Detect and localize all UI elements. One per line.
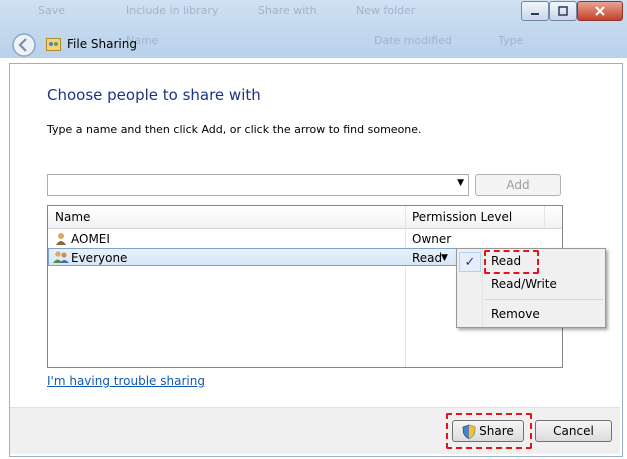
user-icon <box>55 232 67 246</box>
bg-toolbar-share: Share with <box>258 4 317 17</box>
row-aomei-name[interactable]: AOMEI <box>71 232 110 246</box>
row-aomei-permission: Owner <box>412 232 452 246</box>
row-everyone-permission[interactable]: Read <box>412 251 442 265</box>
maximize-button[interactable] <box>549 1 577 21</box>
bg-toolbar-include: Include in library <box>126 4 219 17</box>
share-button[interactable]: Share <box>452 420 524 442</box>
menu-gutter <box>482 249 483 327</box>
dropdown-arrow-icon[interactable]: ▼ <box>457 178 464 188</box>
share-button-label: Share <box>479 424 514 438</box>
permission-menu: ✓ Read Read/Write Remove <box>456 248 606 328</box>
maximize-icon <box>558 6 568 16</box>
name-combobox[interactable]: ▼ <box>47 174 469 196</box>
group-icon <box>53 250 69 264</box>
minimize-button[interactable] <box>521 1 549 21</box>
back-button[interactable] <box>11 32 37 58</box>
bg-toolbar-save: Save <box>38 4 66 17</box>
bg-toolbar-newfolder: New folder <box>356 4 416 17</box>
close-icon <box>595 6 605 16</box>
close-button[interactable] <box>577 1 623 21</box>
instruction-text: Type a name and then click Add, or click… <box>47 123 422 136</box>
column-separator-end <box>544 206 545 228</box>
row-everyone-name[interactable]: Everyone <box>71 251 127 265</box>
back-arrow-icon <box>12 33 36 57</box>
column-header-permission[interactable]: Permission Level <box>412 210 512 224</box>
menu-separator <box>485 299 603 300</box>
dialog-title: File Sharing <box>67 37 137 51</box>
permission-dropdown-icon[interactable]: ▼ <box>441 253 448 263</box>
column-separator <box>405 206 406 367</box>
page-title: Choose people to share with <box>47 86 261 104</box>
cancel-button[interactable]: Cancel <box>535 420 612 442</box>
minimize-icon <box>531 13 539 15</box>
shield-icon <box>462 424 476 439</box>
file-sharing-icon <box>46 37 61 51</box>
add-button[interactable]: Add <box>475 174 561 196</box>
name-input[interactable] <box>51 176 450 194</box>
menu-item-read-write[interactable]: Read/Write <box>491 277 557 291</box>
menu-item-read[interactable]: Read <box>491 254 521 268</box>
menu-item-remove[interactable]: Remove <box>491 307 540 321</box>
check-icon: ✓ <box>459 252 481 272</box>
trouble-sharing-link[interactable]: I'm having trouble sharing <box>47 374 205 388</box>
column-header-name[interactable]: Name <box>55 210 90 224</box>
